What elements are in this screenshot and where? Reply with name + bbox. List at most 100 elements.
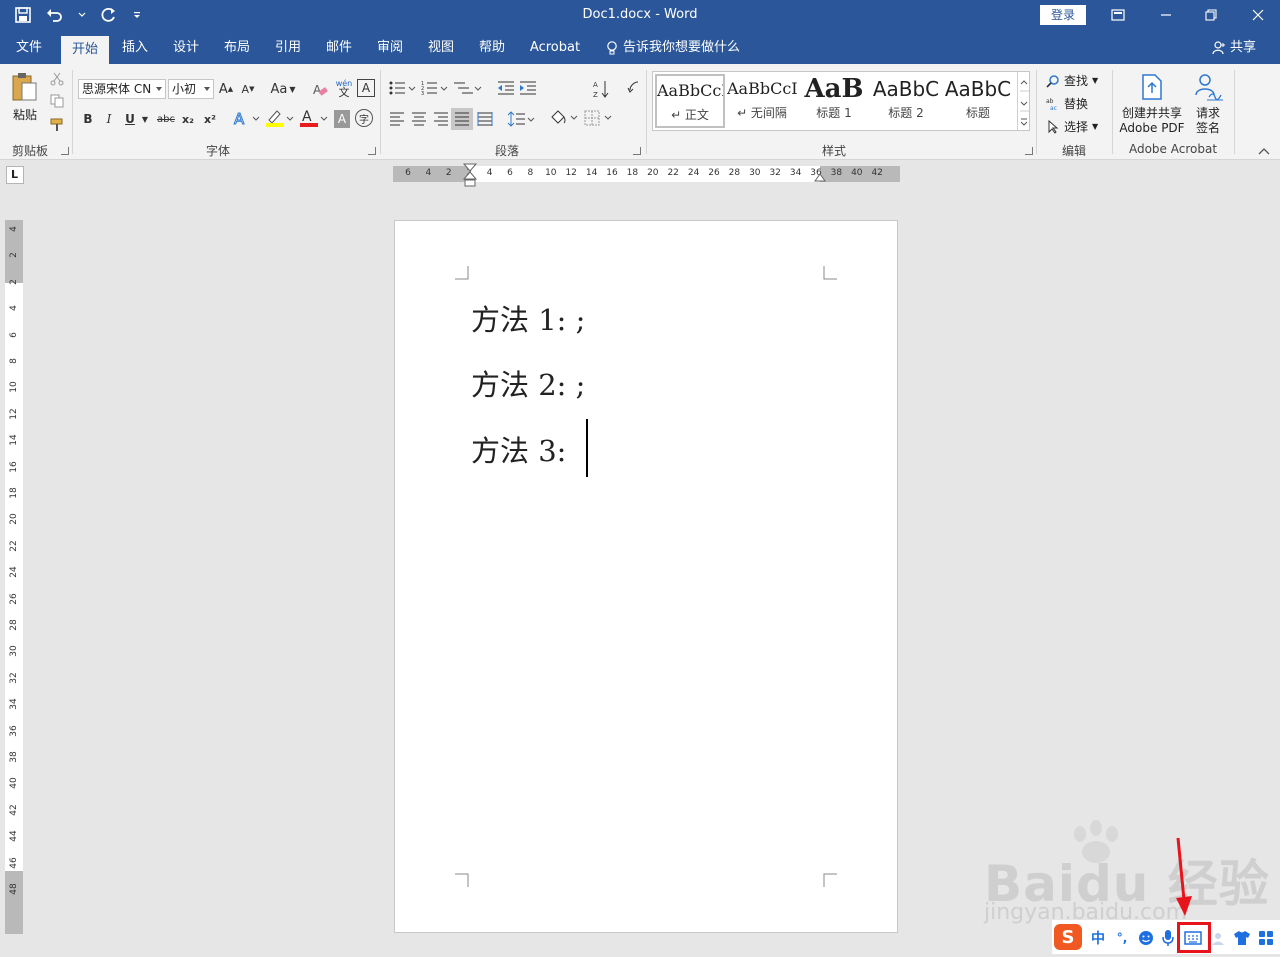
strikethrough-button[interactable]: abc: [154, 110, 178, 128]
distributed-icon[interactable]: [476, 110, 494, 128]
sogou-logo[interactable]: S: [1054, 924, 1082, 950]
ribbon-display-icon[interactable]: [1106, 4, 1130, 26]
search-icon: [1046, 74, 1059, 88]
ruler-tick: 2: [445, 168, 452, 178]
enclose-char-icon[interactable]: 字: [355, 109, 373, 127]
phonetic-guide-icon[interactable]: wén 文: [334, 77, 354, 99]
indent-markers-icon[interactable]: [463, 163, 477, 189]
doc-paragraph-2[interactable]: 方法 2: ;: [471, 362, 585, 404]
tab-selector[interactable]: L: [6, 166, 24, 184]
doc-paragraph-3[interactable]: 方法 3:: [471, 428, 566, 470]
shrink-font-icon[interactable]: A ▼: [240, 79, 256, 99]
tell-me-search[interactable]: 告诉我你想要做什么: [606, 32, 740, 64]
user-icon[interactable]: [1208, 928, 1228, 948]
paste-icon[interactable]: [8, 70, 42, 104]
ime-punctuation-toggle[interactable]: °,: [1112, 928, 1132, 948]
tab-layout[interactable]: 布局: [216, 32, 258, 64]
minimize-icon[interactable]: [1154, 4, 1178, 26]
superscript-button[interactable]: x²: [202, 110, 218, 128]
highlight-color-icon[interactable]: [264, 108, 296, 128]
share-button[interactable]: 共享: [1212, 32, 1256, 64]
grow-font-icon[interactable]: A ▲: [218, 79, 234, 99]
request-signature-button[interactable]: 请求 签名: [1192, 106, 1224, 136]
text-effects-icon[interactable]: A: [232, 108, 262, 128]
change-case-label: Aa: [270, 81, 288, 97]
select-button[interactable]: 选择 ▼: [1046, 118, 1098, 135]
justify-icon[interactable]: [451, 108, 473, 130]
copy-icon[interactable]: [48, 92, 66, 110]
emoji-icon[interactable]: [1136, 928, 1156, 948]
toolbox-icon[interactable]: [1256, 928, 1276, 948]
format-painter-icon[interactable]: [48, 116, 66, 134]
shading-icon[interactable]: [548, 108, 580, 128]
svg-text:3: 3: [421, 91, 424, 96]
change-case-button[interactable]: Aa ▼: [266, 79, 300, 99]
replace-button[interactable]: ab ac 替换: [1046, 95, 1088, 112]
font-launcher-icon[interactable]: [368, 147, 376, 155]
styles-launcher-icon[interactable]: [1025, 147, 1033, 155]
borders-icon[interactable]: [582, 108, 614, 128]
multilevel-list-icon[interactable]: [452, 78, 484, 98]
underline-button[interactable]: U: [122, 110, 138, 128]
clear-format-icon[interactable]: A: [310, 79, 330, 99]
login-button[interactable]: 登录: [1040, 5, 1086, 25]
replace-label: 替换: [1064, 97, 1089, 111]
align-left-icon[interactable]: [388, 110, 406, 128]
align-center-icon[interactable]: [410, 110, 428, 128]
tab-help[interactable]: 帮助: [471, 32, 513, 64]
skin-icon[interactable]: [1232, 928, 1252, 948]
doc-paragraph-1[interactable]: 方法 1: ;: [471, 297, 585, 339]
tab-mailings[interactable]: 邮件: [318, 32, 360, 64]
char-shading-icon[interactable]: A: [334, 110, 350, 128]
increase-indent-icon[interactable]: [518, 78, 538, 98]
font-name-select[interactable]: 思源宋体 CN: [78, 79, 166, 99]
cut-icon[interactable]: [48, 70, 66, 88]
create-pdf-icon[interactable]: [1138, 72, 1166, 102]
tab-acrobat[interactable]: Acrobat: [526, 32, 584, 64]
align-right-icon[interactable]: [432, 110, 450, 128]
style-normal[interactable]: AaBbCcI ↵ 正文: [655, 74, 725, 128]
italic-button[interactable]: I: [101, 110, 117, 128]
microphone-icon[interactable]: [1158, 928, 1178, 948]
close-icon[interactable]: [1246, 4, 1270, 26]
clipboard-launcher-icon[interactable]: [61, 147, 69, 155]
numbering-icon[interactable]: 123: [420, 78, 450, 98]
style-name: ↵ 无间隔: [737, 106, 787, 120]
underline-dropdown-icon[interactable]: ▼: [140, 110, 150, 128]
find-button[interactable]: 查找 ▼: [1046, 72, 1098, 89]
restore-icon[interactable]: [1199, 4, 1223, 26]
ime-language-toggle[interactable]: 中: [1088, 928, 1108, 948]
horizontal-ruler[interactable]: 6422468101214161820222426283032343638404…: [393, 163, 900, 187]
tab-design[interactable]: 设计: [165, 32, 207, 64]
bullets-icon[interactable]: [388, 78, 418, 98]
style-heading-2[interactable]: AaBbC 标题 2: [871, 74, 941, 128]
document-page[interactable]: 方法 1: ; 方法 2: ; 方法 3:: [394, 220, 898, 933]
tab-review[interactable]: 审阅: [369, 32, 411, 64]
line-spacing-icon[interactable]: [506, 110, 536, 128]
styles-scrollbar[interactable]: [1017, 72, 1029, 130]
collapse-ribbon-icon[interactable]: [1256, 144, 1272, 158]
sort-icon[interactable]: AZ: [590, 78, 612, 100]
create-pdf-button[interactable]: 创建并共享 Adobe PDF: [1118, 106, 1186, 136]
font-group-label: 字体: [205, 144, 230, 158]
right-indent-marker-icon[interactable]: [814, 172, 826, 182]
tab-view[interactable]: 视图: [420, 32, 462, 64]
font-size-select[interactable]: 小初: [168, 79, 214, 99]
request-signature-icon[interactable]: [1192, 72, 1226, 102]
style-no-spacing[interactable]: AaBbCcI ↵ 无间隔: [727, 74, 797, 128]
paste-label[interactable]: 粘贴: [13, 106, 37, 123]
tab-insert[interactable]: 插入: [114, 32, 156, 64]
decrease-indent-icon[interactable]: [496, 78, 516, 98]
tab-references[interactable]: 引用: [267, 32, 309, 64]
show-marks-icon[interactable]: [624, 78, 642, 98]
bold-button[interactable]: B: [80, 110, 96, 128]
tab-home[interactable]: 开始: [61, 36, 109, 64]
vertical-ruler[interactable]: 4 2 2 4 6 8 10 12 14 16 18 20 22 24 26 28 30 32 34 36 38 40 42…: [5, 220, 23, 934]
style-title[interactable]: AaBbC 标题: [943, 74, 1013, 128]
paragraph-launcher-icon[interactable]: [633, 147, 641, 155]
font-color-icon[interactable]: A: [298, 108, 330, 128]
subscript-button[interactable]: x₂: [180, 110, 196, 128]
char-border-icon[interactable]: A: [357, 79, 375, 97]
style-heading-1[interactable]: AaB 标题 1: [799, 74, 869, 128]
tab-file[interactable]: 文件: [8, 32, 50, 64]
